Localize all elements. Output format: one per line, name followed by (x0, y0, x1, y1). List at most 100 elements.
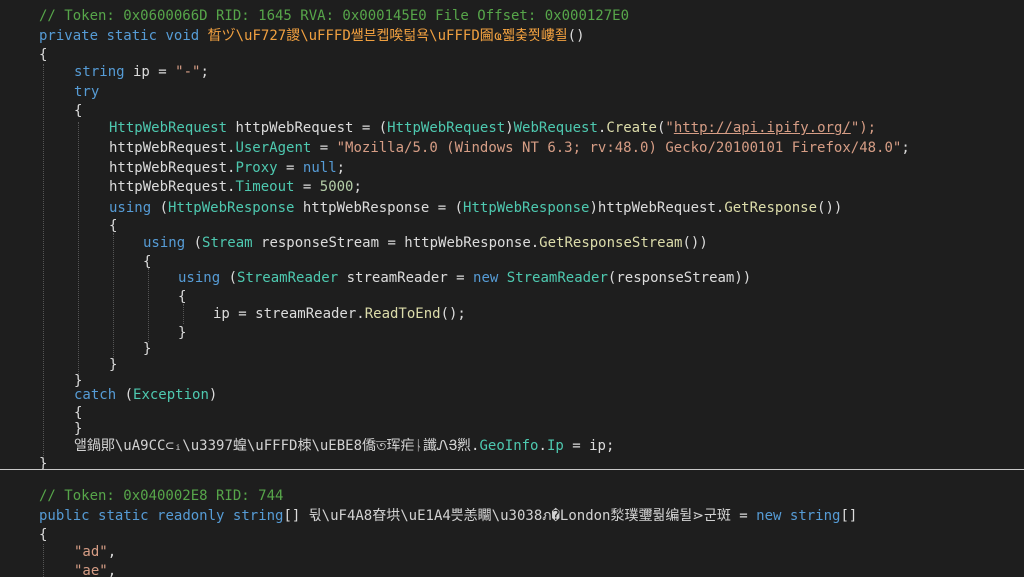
type-name[interactable]: WebRequest (514, 120, 598, 136)
keyword: public (39, 508, 90, 524)
property-name[interactable]: Proxy (235, 160, 277, 176)
code-text: = (278, 160, 303, 176)
punctuation: ( (151, 200, 168, 216)
type-name[interactable]: HttpWebResponse (168, 200, 294, 216)
code-text: (responseStream)) (608, 270, 751, 286)
type-name[interactable]: HttpWebRequest (387, 120, 505, 136)
brace: } (109, 357, 117, 373)
variable: httpWebRequest (109, 160, 227, 176)
punctuation: [] (840, 508, 857, 524)
code-line: { (109, 217, 117, 236)
brace: { (74, 405, 82, 421)
punctuation: ()) (817, 200, 842, 216)
code-line: // Token: 0x040002E8 RID: 744 (39, 487, 283, 506)
code-line: string ip = "-"; (74, 63, 209, 82)
code-line: HttpWebRequest httpWebRequest = (HttpWeb… (109, 119, 876, 138)
punctuation: () (568, 28, 585, 44)
indent-guide (43, 544, 44, 577)
indent-guide (183, 304, 184, 324)
code-line: using (StreamReader streamReader = new S… (178, 269, 751, 288)
string-literal: " (665, 120, 673, 136)
method-call[interactable]: GetResponseStream (539, 235, 682, 251)
code-comment: // Token: 0x0600066D RID: 1645 RVA: 0x00… (39, 8, 629, 24)
type-name[interactable]: Stream (202, 235, 253, 251)
keyword: static (106, 28, 157, 44)
method-name[interactable]: 晳ヅ\uF727謖\uFFFD쌜븐켑唉턺욕\uFFFD圇ҩ쩳춪쬣嶁죌 (208, 28, 568, 44)
punctuation: , (108, 563, 116, 577)
type-name[interactable]: HttpWebRequest (109, 120, 227, 136)
code-line: } (178, 324, 186, 343)
code-editor[interactable]: // Token: 0x0600066D RID: 1645 RVA: 0x00… (0, 0, 1024, 577)
punctuation: ) (209, 387, 217, 403)
brace: { (109, 218, 117, 234)
punctuation: . (539, 438, 547, 454)
property-name[interactable]: UserAgent (235, 140, 311, 156)
code-line: try (74, 83, 99, 102)
code-line: ip = streamReader.ReadToEnd(); (213, 305, 466, 324)
string-literal: "Mozilla/5.0 (Windows NT 6.3; rv:48.0) G… (337, 140, 902, 156)
code-text: = (294, 179, 319, 195)
method-call[interactable]: ReadToEnd (365, 306, 441, 322)
punctuation: [] (283, 508, 308, 524)
method-separator (0, 469, 1024, 470)
string-literal: "ae" (74, 563, 108, 577)
type-name[interactable]: HttpWebResponse (463, 200, 589, 216)
code-line: httpWebRequest.Proxy = null; (109, 159, 345, 178)
code-line: catch (Exception) (74, 386, 217, 405)
code-line: "ad", (74, 543, 116, 562)
keyword: catch (74, 387, 116, 403)
code-text: = (311, 140, 336, 156)
type-name[interactable]: StreamReader (507, 270, 608, 286)
property-name[interactable]: GeoInfo (479, 438, 538, 454)
keyword: new (473, 270, 498, 286)
brace: { (74, 103, 82, 119)
code-line: using (Stream responseStream = httpWebRe… (143, 234, 708, 253)
brace: } (178, 325, 186, 341)
code-line: "ae", (74, 562, 116, 577)
code-line: private static void 晳ヅ\uF727謖\uFFFD쌜븐켑唉턺… (39, 27, 585, 46)
type-name[interactable]: Exception (133, 387, 209, 403)
keyword: string (233, 508, 284, 524)
code-line: { (39, 46, 47, 65)
class-name[interactable]: 앨鍋郥\uA9CC⊂ᵢ\u3397蝗\uFFFD栜\uEBE8僑ত珲疟ᚿ讖ᏁՅ煭 (74, 438, 471, 454)
method-call[interactable]: Create (606, 120, 657, 136)
punctuation: ; (901, 140, 909, 156)
keyword: private (39, 28, 98, 44)
keyword: new (756, 508, 781, 524)
punctuation: ( (116, 387, 133, 403)
property-name[interactable]: Timeout (235, 179, 294, 195)
url-link[interactable]: http://api.ipify.org/ (674, 120, 851, 136)
property-name[interactable]: Ip (547, 438, 564, 454)
keyword: using (178, 270, 220, 286)
type-name[interactable]: StreamReader (237, 270, 338, 286)
punctuation: ; (353, 179, 361, 195)
keyword: readonly (157, 508, 224, 524)
code-line: } (109, 356, 117, 375)
code-line: { (39, 526, 47, 545)
punctuation: ; (337, 160, 345, 176)
code-text: responseStream = httpWebResponse. (253, 235, 540, 251)
punctuation: ()) (682, 235, 707, 251)
code-text: ip = streamReader. (213, 306, 365, 322)
indent-guide (113, 233, 114, 361)
code-line: httpWebRequest.Timeout = 5000; (109, 178, 362, 197)
punctuation: (); (441, 306, 466, 322)
code-text: )httpWebRequest. (589, 200, 724, 216)
code-line: httpWebRequest.UserAgent = "Mozilla/5.0 … (109, 139, 910, 158)
code-line: } (39, 455, 47, 474)
code-line: public static readonly string[] 뒧\uF4A8昚… (39, 507, 857, 526)
string-literal: "-" (175, 64, 200, 80)
punctuation: ( (185, 235, 202, 251)
brace: } (74, 421, 82, 437)
number-literal: 5000 (320, 179, 354, 195)
code-text: streamReader = (338, 270, 473, 286)
string-literal: "); (851, 120, 876, 136)
field-name[interactable]: 뒧\uF4A8昚垬\uE1A4쁫恙矙\u3038ภ�London湬璞瓕뤎编뒬⋗… (309, 508, 731, 524)
method-call[interactable]: GetResponse (724, 200, 817, 216)
keyword: string (790, 508, 841, 524)
keyword: string (74, 64, 125, 80)
keyword: static (98, 508, 149, 524)
code-line: // Token: 0x0600066D RID: 1645 RVA: 0x00… (39, 7, 629, 26)
code-text: httpWebRequest = ( (227, 120, 387, 136)
code-text: = ip; (564, 438, 615, 454)
